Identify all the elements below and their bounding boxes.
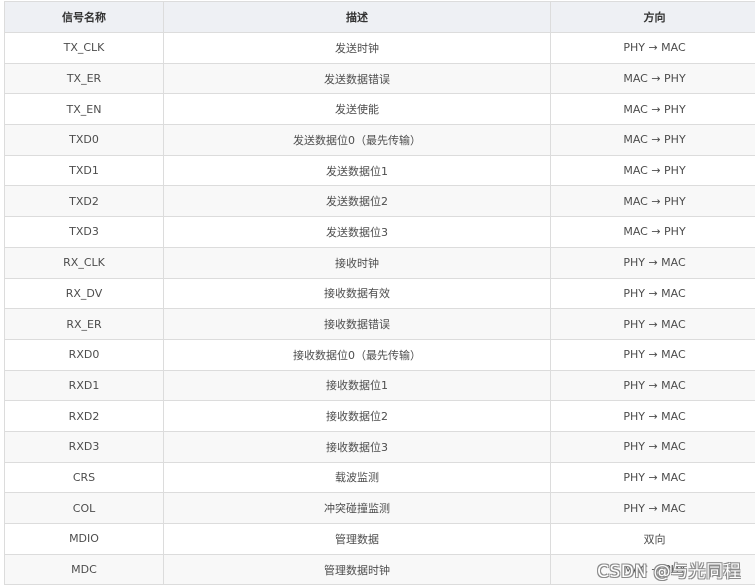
description-cell: 接收时钟 [163,246,551,279]
table-row: RX_CLK 接收时钟 PHY → MAC [4,246,755,279]
table-row: RXD1 接收数据位1 PHY → MAC [4,369,755,402]
signal-name-cell: RX_CLK [4,246,164,279]
description-cell: 发送数据位3 [163,216,551,248]
description-cell: 发送数据位0（最先传输） [163,124,551,156]
direction-cell: MAC → PHY [550,216,755,248]
direction-cell: MAC → PHY [550,154,755,187]
direction-cell: MAC → PHY [550,93,755,126]
signal-name-cell: MDIO [4,523,164,555]
table-row: MDIO 管理数据 双向 [4,523,755,555]
signal-table: 信号名称 描述 方向 TX_CLK 发送时钟 PHY → MAC TX_ER 发送数据错… [4,1,755,586]
signal-name-cell: COL [4,492,164,524]
description-cell: 冲突碰撞监测 [163,492,551,524]
direction-cell: PHY → MAC [550,338,755,371]
signal-name-cell: TX_EN [4,93,164,126]
signal-name-cell: RXD0 [4,338,164,371]
signal-name-cell: MDC [4,553,164,586]
description-cell: 发送数据位2 [163,185,551,218]
table-row: TX_EN 发送使能 MAC → PHY [4,93,755,126]
signal-name-cell: RX_ER [4,308,164,340]
description-cell: 管理数据 [163,523,551,555]
signal-name-cell: TXD0 [4,124,164,156]
direction-cell: PHY → MAC [550,461,755,494]
signal-name-cell: TX_ER [4,62,164,95]
description-cell: 发送时钟 [163,32,551,64]
direction-cell: PHY → MAC [550,400,755,432]
signal-name-cell: CRS [4,461,164,494]
signal-name-cell: TXD3 [4,216,164,248]
table-header: 信号名称 描述 方向 [4,1,755,33]
table-row: TX_CLK 发送时钟 PHY → MAC [4,32,755,64]
header-row: 信号名称 描述 方向 [4,1,755,33]
description-cell: 接收数据位3 [163,430,551,463]
direction-cell: PHY → MAC [550,369,755,402]
description-cell: 接收数据错误 [163,308,551,340]
table-body: TX_CLK 发送时钟 PHY → MAC TX_ER 发送数据错误 MAC → PHY T… [4,32,755,586]
header-description: 描述 [163,1,551,33]
signal-name-cell: RXD2 [4,400,164,432]
description-cell: 管理数据时钟 [163,553,551,586]
direction-cell: PHY → MAC [550,430,755,463]
signal-name-cell: TX_CLK [4,32,164,64]
table-row: RX_ER 接收数据错误 PHY → MAC [4,308,755,340]
header-direction: 方向 [550,1,755,33]
table-row: TXD1 发送数据位1 MAC → PHY [4,154,755,187]
direction-cell: PHY → MAC [550,246,755,279]
description-cell: 载波监测 [163,461,551,494]
table-row: TXD2 发送数据位2 MAC → PHY [4,185,755,218]
signal-name-cell: RX_DV [4,277,164,310]
table-row: COL 冲突碰撞监测 PHY → MAC [4,492,755,524]
table-row: TXD3 发送数据位3 MAC → PHY [4,216,755,248]
table-row: RXD0 接收数据位0（最先传输） PHY → MAC [4,338,755,371]
signal-name-cell: RXD3 [4,430,164,463]
signal-name-cell: TXD1 [4,154,164,187]
direction-cell: MAC → PHY [550,124,755,156]
direction-cell: MAC → PHY [550,185,755,218]
table-row: RXD2 接收数据位2 PHY → MAC [4,400,755,432]
signal-name-cell: TXD2 [4,185,164,218]
direction-cell: MAC → PHY [550,62,755,95]
direction-cell: PHY → MAC [550,308,755,340]
description-cell: 接收数据位1 [163,369,551,402]
csdn-watermark: CSDN @与光同程 [597,562,741,582]
signal-table-container: 信号名称 描述 方向 TX_CLK 发送时钟 PHY → MAC TX_ER 发送数据错… [4,1,755,586]
header-signal-name: 信号名称 [4,1,164,33]
table-row: TX_ER 发送数据错误 MAC → PHY [4,62,755,95]
direction-cell: PHY → MAC [550,32,755,64]
description-cell: 接收数据位0（最先传输） [163,338,551,371]
direction-cell: PHY → MAC [550,277,755,310]
table-row: RX_DV 接收数据有效 PHY → MAC [4,277,755,310]
description-cell: 发送使能 [163,93,551,126]
table-row: RXD3 接收数据位3 PHY → MAC [4,430,755,463]
table-row: CRS 载波监测 PHY → MAC [4,461,755,494]
direction-cell: 双向 [550,523,755,555]
signal-name-cell: RXD1 [4,369,164,402]
description-cell: 发送数据错误 [163,62,551,95]
description-cell: 接收数据有效 [163,277,551,310]
table-row: TXD0 发送数据位0（最先传输） MAC → PHY [4,124,755,156]
direction-cell: PHY → MAC [550,492,755,524]
description-cell: 接收数据位2 [163,400,551,432]
description-cell: 发送数据位1 [163,154,551,187]
